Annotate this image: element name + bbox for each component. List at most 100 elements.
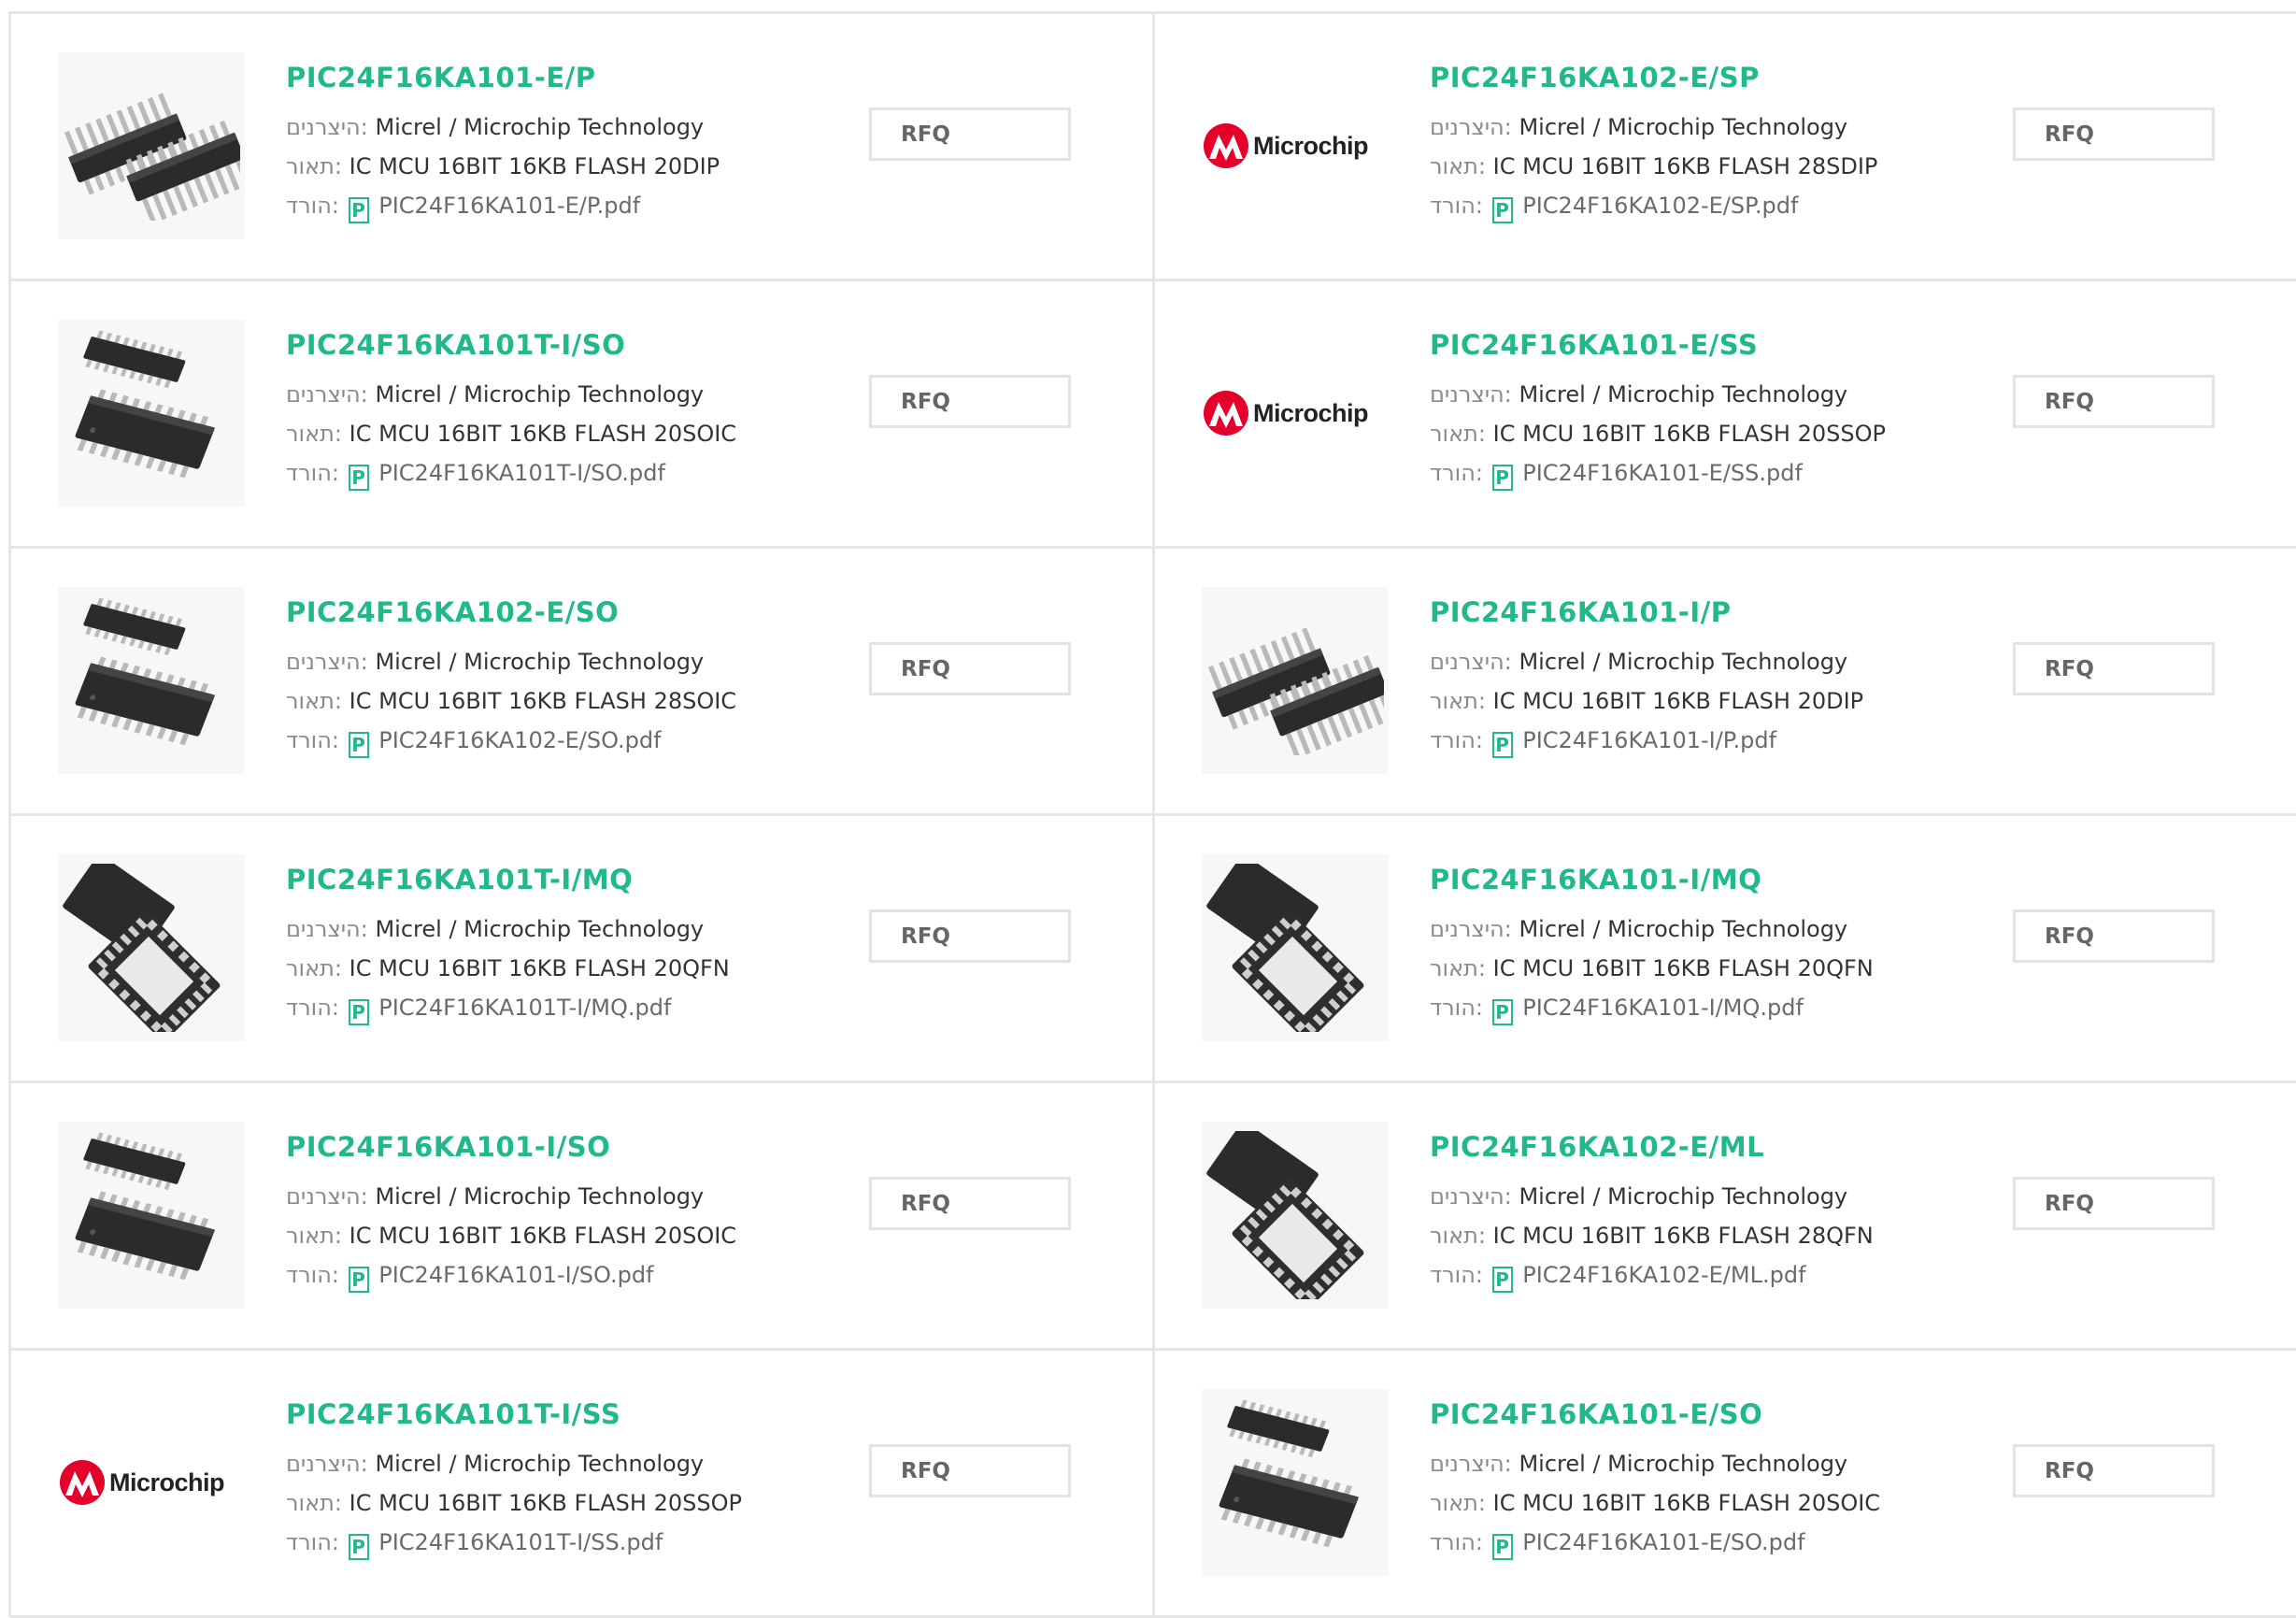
- description-value: IC MCU 16BIT 16KB FLASH 28SDIP: [1492, 153, 1878, 179]
- datasheet-link[interactable]: PIC24F16KA101T-I/SS.pdf: [378, 1529, 663, 1555]
- product-info: PIC24F16KA101-I/SO היצרנים: Micrel / Mic…: [286, 1130, 809, 1295]
- datasheet-link[interactable]: PIC24F16KA101-E/P.pdf: [378, 193, 640, 219]
- description-value: IC MCU 16BIT 16KB FLASH 20QFN: [1492, 955, 1874, 981]
- rfq-button[interactable]: RFQ: [869, 107, 1071, 161]
- part-number-link[interactable]: PIC24F16KA101-E/SO: [1430, 1397, 1953, 1431]
- product-image[interactable]: [1202, 1122, 1389, 1309]
- product-image[interactable]: [1202, 854, 1389, 1041]
- microchip-logo: Microchip: [60, 1460, 225, 1505]
- part-number-link[interactable]: PIC24F16KA101-E/P: [286, 61, 809, 94]
- product-info: PIC24F16KA102-E/SP היצרנים: Micrel / Mic…: [1430, 61, 1953, 225]
- product-image[interactable]: [58, 1122, 245, 1309]
- part-number-link[interactable]: PIC24F16KA101T-I/SS: [286, 1397, 809, 1431]
- description-row: תאור: IC MCU 16BIT 16KB FLASH 20SSOP: [1430, 414, 1953, 453]
- description-row: תאור: IC MCU 16BIT 16KB FLASH 20SOIC: [1430, 1483, 1953, 1523]
- manufacturer-row: היצרנים: Micrel / Microchip Technology: [1430, 1177, 1953, 1216]
- download-row: הורד: P PIC24F16KA101-I/P.pdf: [1430, 721, 1953, 760]
- product-card: PIC24F16KA101-I/SO היצרנים: Micrel / Mic…: [11, 1083, 1155, 1351]
- pdf-icon[interactable]: P: [348, 999, 369, 1025]
- pdf-icon[interactable]: P: [1491, 197, 1513, 223]
- rfq-button[interactable]: RFQ: [869, 909, 1071, 963]
- rfq-button[interactable]: RFQ: [2013, 375, 2215, 428]
- product-image[interactable]: [58, 320, 245, 507]
- manufacturer-label: היצרנים:: [1430, 1183, 1512, 1210]
- product-image[interactable]: [58, 854, 245, 1041]
- manufacturer-label: היצרנים:: [286, 381, 368, 408]
- download-row: הורד: P PIC24F16KA101T-I/SS.pdf: [286, 1523, 809, 1562]
- manufacturer-row: היצרנים: Micrel / Microchip Technology: [1430, 375, 1953, 414]
- part-number-link[interactable]: PIC24F16KA102-E/SO: [286, 595, 809, 629]
- part-number-link[interactable]: PIC24F16KA101T-I/MQ: [286, 863, 809, 896]
- part-number-link[interactable]: PIC24F16KA101-I/P: [1430, 595, 1953, 629]
- product-image[interactable]: [1202, 1389, 1389, 1576]
- description-label: תאור:: [1430, 1490, 1486, 1516]
- part-number-link[interactable]: PIC24F16KA101-I/SO: [286, 1130, 809, 1164]
- product-info: PIC24F16KA102-E/ML היצרנים: Micrel / Mic…: [1430, 1130, 1953, 1295]
- product-image[interactable]: [58, 52, 245, 239]
- product-image[interactable]: [58, 587, 245, 774]
- part-number-link[interactable]: PIC24F16KA101T-I/SO: [286, 328, 809, 362]
- rfq-button[interactable]: RFQ: [2013, 1177, 2215, 1230]
- description-label: תאור:: [1430, 1223, 1486, 1249]
- product-info: PIC24F16KA102-E/SO היצרנים: Micrel / Mic…: [286, 595, 809, 760]
- product-image[interactable]: Microchip: [1202, 52, 1389, 239]
- manufacturer-value: Micrel / Microchip Technology: [375, 1183, 705, 1210]
- datasheet-link[interactable]: PIC24F16KA102-E/SP.pdf: [1522, 193, 1798, 219]
- datasheet-link[interactable]: PIC24F16KA101T-I/SO.pdf: [378, 460, 665, 486]
- description-row: תאור: IC MCU 16BIT 16KB FLASH 20SSOP: [286, 1483, 809, 1523]
- datasheet-link[interactable]: PIC24F16KA101T-I/MQ.pdf: [378, 995, 671, 1021]
- pdf-icon[interactable]: P: [348, 1267, 369, 1293]
- product-card: PIC24F16KA101-E/SO היצרנים: Micrel / Mic…: [1155, 1351, 2296, 1618]
- part-number-link[interactable]: PIC24F16KA102-E/SP: [1430, 61, 1953, 94]
- svg-text:Microchip: Microchip: [1253, 132, 1368, 160]
- manufacturer-value: Micrel / Microchip Technology: [1519, 1451, 1848, 1477]
- datasheet-link[interactable]: PIC24F16KA101-E/SS.pdf: [1522, 460, 1803, 486]
- description-row: תאור: IC MCU 16BIT 16KB FLASH 20SOIC: [286, 1216, 809, 1255]
- description-row: תאור: IC MCU 16BIT 16KB FLASH 20QFN: [286, 949, 809, 988]
- description-value: IC MCU 16BIT 16KB FLASH 20SSOP: [1492, 421, 1886, 447]
- product-image[interactable]: Microchip: [1202, 320, 1389, 507]
- svg-text:Microchip: Microchip: [109, 1468, 224, 1496]
- datasheet-link[interactable]: PIC24F16KA101-I/MQ.pdf: [1522, 995, 1804, 1021]
- manufacturer-row: היצרנים: Micrel / Microchip Technology: [286, 909, 809, 949]
- rfq-button[interactable]: RFQ: [2013, 1444, 2215, 1497]
- pdf-icon[interactable]: P: [1491, 465, 1513, 491]
- datasheet-link[interactable]: PIC24F16KA101-E/SO.pdf: [1522, 1529, 1804, 1555]
- pdf-icon[interactable]: P: [348, 1534, 369, 1560]
- manufacturer-row: היצרנים: Micrel / Microchip Technology: [286, 642, 809, 681]
- pdf-icon[interactable]: P: [1491, 999, 1513, 1025]
- download-row: הורד: P PIC24F16KA101-E/SS.pdf: [1430, 453, 1953, 493]
- rfq-button[interactable]: RFQ: [869, 1444, 1071, 1497]
- manufacturer-label: היצרנים:: [1430, 916, 1512, 942]
- pdf-icon[interactable]: P: [1491, 1534, 1513, 1560]
- pdf-icon[interactable]: P: [1491, 732, 1513, 758]
- datasheet-link[interactable]: PIC24F16KA102-E/SO.pdf: [378, 727, 661, 753]
- rfq-button[interactable]: RFQ: [869, 642, 1071, 695]
- rfq-button[interactable]: RFQ: [2013, 107, 2215, 161]
- rfq-button[interactable]: RFQ: [869, 375, 1071, 428]
- product-image[interactable]: Microchip: [58, 1389, 245, 1576]
- pdf-icon[interactable]: P: [348, 197, 369, 223]
- pdf-icon[interactable]: P: [348, 465, 369, 491]
- product-image[interactable]: [1202, 587, 1389, 774]
- rfq-button[interactable]: RFQ: [2013, 909, 2215, 963]
- datasheet-link[interactable]: PIC24F16KA101-I/P.pdf: [1522, 727, 1776, 753]
- part-number-link[interactable]: PIC24F16KA101-E/SS: [1430, 328, 1953, 362]
- download-label: הורד:: [1430, 1262, 1483, 1288]
- datasheet-link[interactable]: PIC24F16KA102-E/ML.pdf: [1522, 1262, 1805, 1288]
- datasheet-link[interactable]: PIC24F16KA101-I/SO.pdf: [378, 1262, 653, 1288]
- manufacturer-row: היצרנים: Micrel / Microchip Technology: [1430, 909, 1953, 949]
- product-card: Microchip PIC24F16KA101T-I/SS היצרנים: M…: [11, 1351, 1155, 1618]
- pdf-icon[interactable]: P: [1491, 1267, 1513, 1293]
- product-info: PIC24F16KA101-E/SO היצרנים: Micrel / Mic…: [1430, 1397, 1953, 1562]
- part-number-link[interactable]: PIC24F16KA102-E/ML: [1430, 1130, 1953, 1164]
- rfq-button[interactable]: RFQ: [869, 1177, 1071, 1230]
- manufacturer-label: היצרנים:: [1430, 649, 1512, 675]
- rfq-button[interactable]: RFQ: [2013, 642, 2215, 695]
- manufacturer-value: Micrel / Microchip Technology: [375, 649, 705, 675]
- description-value: IC MCU 16BIT 16KB FLASH 20SOIC: [349, 421, 737, 447]
- part-number-link[interactable]: PIC24F16KA101-I/MQ: [1430, 863, 1953, 896]
- manufacturer-value: Micrel / Microchip Technology: [1519, 114, 1848, 140]
- product-info: PIC24F16KA101T-I/SO היצרנים: Micrel / Mi…: [286, 328, 809, 493]
- pdf-icon[interactable]: P: [348, 732, 369, 758]
